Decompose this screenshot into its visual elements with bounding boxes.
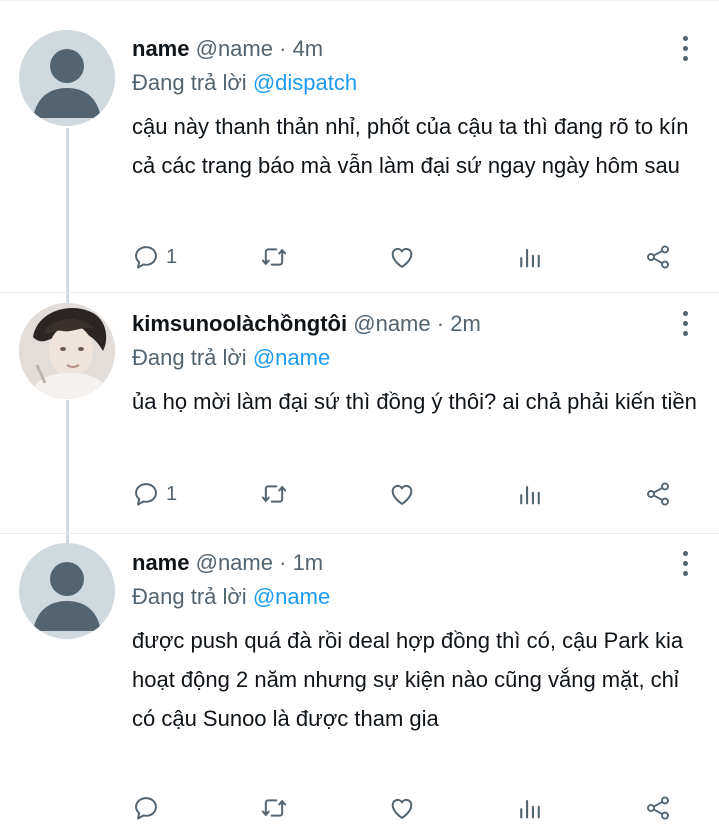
retweet-icon (261, 248, 287, 266)
reply-icon (135, 797, 157, 820)
tweet-text: ủa họ mời làm đại sứ thì đồng ý thôi? ai… (132, 389, 697, 414)
tweet-divider (0, 292, 719, 293)
reply-button[interactable] (132, 792, 160, 824)
tweet-content: kimsunoolàchồngtôi @name · 2m Đang trả l… (132, 308, 699, 421)
like-button[interactable] (388, 241, 416, 273)
mention-link[interactable]: @name (253, 345, 330, 370)
like-button[interactable] (388, 792, 416, 824)
tweet-content: name @name · 1m Đang trả lời @name được … (132, 547, 699, 738)
tweet-header: kimsunoolàchồngtôi @name · 2m (132, 308, 699, 340)
share-icon (647, 796, 669, 820)
user-photo-avatar (19, 303, 115, 399)
analytics-icon (520, 248, 540, 268)
user-handle[interactable]: @name (196, 36, 273, 61)
heart-icon (391, 247, 413, 268)
separator-dot: · (279, 550, 287, 575)
tweet-text: được push quá đà rồi deal hợp đồng thì c… (132, 628, 684, 731)
timestamp[interactable]: 2m (450, 311, 481, 336)
tweet-text: cậu này thanh thản nhỉ, phốt của cậu ta … (132, 114, 689, 178)
timestamp[interactable]: 4m (293, 36, 324, 61)
replying-to: Đang trả lời @dispatch (132, 67, 699, 99)
analytics-icon (520, 799, 540, 819)
tweet[interactable]: kimsunoolàchồngtôi @name · 2m Đang trả l… (0, 303, 719, 533)
reply-icon (135, 246, 157, 269)
timestamp[interactable]: 1m (293, 550, 324, 575)
tweet-header: name @name · 1m (132, 547, 699, 579)
replying-label: Đang trả lời (132, 345, 247, 370)
avatar[interactable] (19, 30, 115, 126)
tweet[interactable]: name @name · 1m Đang trả lời @name được … (0, 543, 719, 838)
avatar[interactable] (19, 303, 115, 399)
retweet-button[interactable] (260, 241, 288, 273)
tweet-content: name @name · 4m Đang trả lời @dispatch c… (132, 33, 699, 185)
separator-dot: · (279, 36, 287, 61)
share-icon (647, 482, 669, 506)
user-handle[interactable]: @name (353, 311, 430, 336)
display-name[interactable]: kimsunoolàchồngtôi (132, 311, 347, 336)
reply-count: 1 (166, 482, 178, 505)
reply-button[interactable]: 1 (132, 241, 177, 273)
share-icon (647, 245, 669, 269)
tweet[interactable]: name @name · 4m Đang trả lời @dispatch c… (0, 30, 719, 292)
retweet-button[interactable] (260, 792, 288, 824)
reply-count: 1 (166, 245, 178, 268)
heart-icon (391, 798, 413, 819)
retweet-icon (261, 799, 287, 817)
share-button[interactable] (644, 241, 672, 273)
mention-link[interactable]: @name (253, 584, 330, 609)
default-avatar-icon (33, 562, 101, 631)
share-button[interactable] (644, 478, 672, 510)
heart-icon (391, 484, 413, 505)
more-options-button[interactable] (675, 36, 695, 62)
retweet-icon (261, 485, 287, 503)
reply-button[interactable]: 1 (132, 478, 177, 510)
tweet-divider (0, 533, 719, 534)
replying-to: Đang trả lời @name (132, 581, 699, 613)
analytics-button[interactable] (516, 792, 544, 824)
separator-dot: · (436, 311, 445, 336)
user-handle[interactable]: @name (196, 550, 273, 575)
default-avatar-icon (33, 49, 101, 118)
share-button[interactable] (644, 792, 672, 824)
action-bar (132, 792, 692, 824)
top-border (0, 0, 719, 1)
action-bar: 1 (132, 241, 692, 273)
avatar[interactable] (19, 543, 115, 639)
action-bar: 1 (132, 478, 692, 510)
replying-to: Đang trả lời @name (132, 342, 699, 374)
replying-label: Đang trả lời (132, 70, 247, 95)
replying-label: Đang trả lời (132, 584, 247, 609)
tweet-header: name @name · 4m (132, 33, 699, 65)
retweet-button[interactable] (260, 478, 288, 510)
display-name[interactable]: name (132, 36, 189, 61)
mention-link[interactable]: @dispatch (253, 70, 357, 95)
analytics-button[interactable] (516, 241, 544, 273)
analytics-icon (520, 485, 540, 505)
more-options-button[interactable] (675, 311, 695, 337)
display-name[interactable]: name (132, 550, 189, 575)
reply-icon (135, 483, 157, 506)
more-options-button[interactable] (675, 551, 695, 577)
like-button[interactable] (388, 478, 416, 510)
analytics-button[interactable] (516, 478, 544, 510)
